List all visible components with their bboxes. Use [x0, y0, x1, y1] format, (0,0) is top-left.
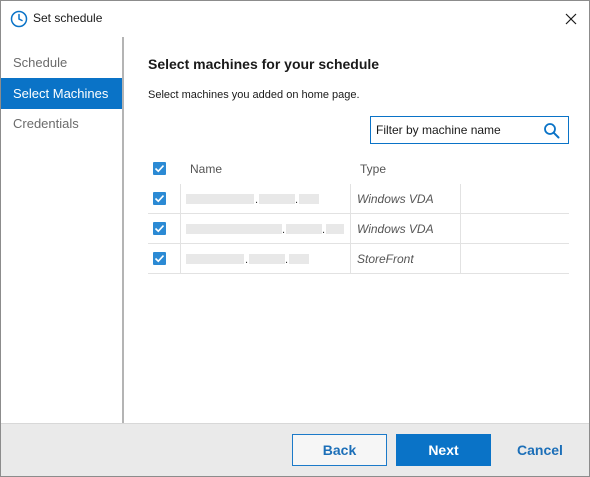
column-divider — [350, 214, 351, 244]
dialog-footer: Back Next Cancel — [1, 423, 589, 476]
title-bar: Set schedule — [1, 1, 589, 37]
row-checkbox[interactable] — [153, 222, 166, 235]
machine-type: Windows VDA — [357, 222, 434, 236]
column-divider — [180, 244, 181, 274]
sidebar-item-credentials[interactable]: Credentials — [1, 108, 122, 139]
cancel-button[interactable]: Cancel — [504, 434, 576, 466]
sidebar-item-label: Credentials — [13, 116, 79, 131]
filter-input[interactable] — [371, 117, 539, 143]
set-schedule-dialog: Set schedule Schedule Select Machines Cr… — [0, 0, 590, 477]
machine-type: StoreFront — [357, 252, 414, 266]
close-button[interactable] — [559, 7, 583, 31]
close-icon — [565, 13, 577, 25]
table-row[interactable]: . . Windows VDA — [148, 214, 569, 244]
column-divider — [180, 184, 181, 214]
row-checkbox[interactable] — [153, 192, 166, 205]
table-header: Name Type — [148, 154, 569, 184]
sidebar-item-label: Schedule — [13, 55, 68, 70]
column-divider — [180, 214, 181, 244]
wizard-sidebar: Schedule Select Machines Credentials — [1, 37, 124, 423]
column-header-name[interactable]: Name — [190, 162, 222, 176]
column-divider — [460, 214, 461, 244]
machine-type: Windows VDA — [357, 192, 434, 206]
column-divider — [350, 184, 351, 214]
checkmark-icon — [154, 225, 165, 233]
clock-icon — [10, 10, 28, 28]
sidebar-item-schedule[interactable]: Schedule — [1, 47, 122, 78]
column-divider — [350, 244, 351, 274]
search-icon[interactable] — [543, 122, 560, 139]
sidebar-item-select-machines[interactable]: Select Machines — [1, 78, 122, 109]
checkmark-icon — [154, 255, 165, 263]
row-checkbox[interactable] — [153, 252, 166, 265]
next-button[interactable]: Next — [396, 434, 491, 466]
page-subtitle: Select machines you added on home page. — [148, 89, 360, 101]
filter-box — [370, 116, 569, 144]
select-all-checkbox[interactable] — [153, 162, 166, 175]
table-row[interactable]: . . Windows VDA — [148, 184, 569, 214]
table-row[interactable]: . . StoreFront — [148, 244, 569, 274]
column-divider — [460, 244, 461, 274]
back-button[interactable]: Back — [292, 434, 387, 466]
window-title: Set schedule — [33, 11, 103, 25]
checkmark-icon — [154, 195, 165, 203]
main-panel: Select machines for your schedule Select… — [124, 37, 589, 423]
column-header-type[interactable]: Type — [360, 162, 386, 176]
sidebar-item-label: Select Machines — [13, 86, 109, 101]
column-divider — [460, 184, 461, 214]
checkmark-icon — [154, 165, 165, 173]
page-title: Select machines for your schedule — [148, 56, 380, 72]
